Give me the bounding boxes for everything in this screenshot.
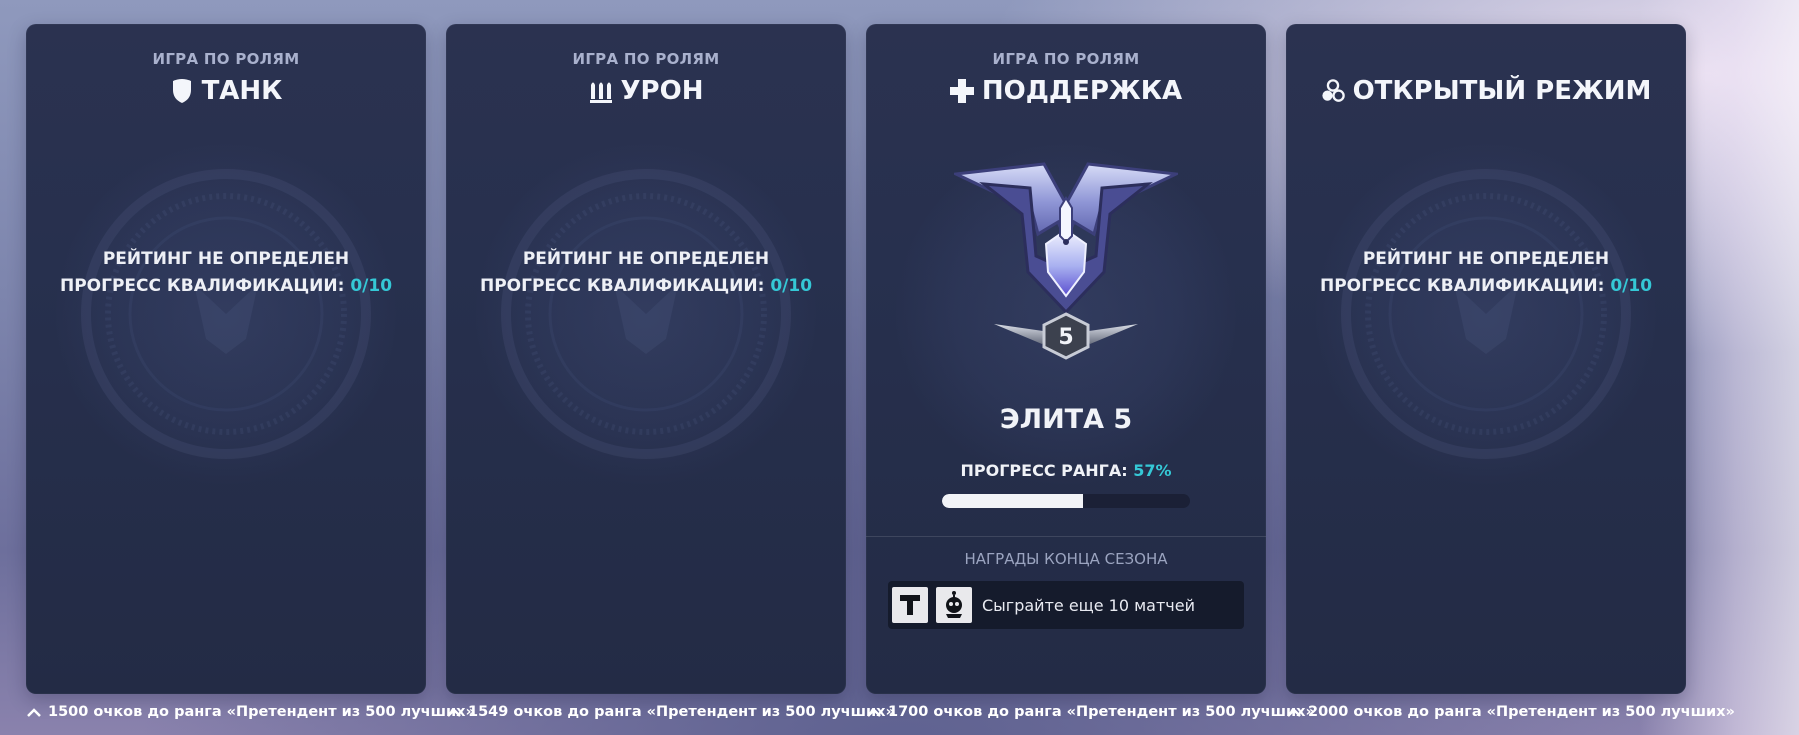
section-divider [866,536,1266,537]
qualification-status: РЕЙТИНГ НЕ ОПРЕДЕЛЕН ПРОГРЕСС КВАЛИФИКАЦ… [446,246,846,300]
qualification-status: РЕЙТИНГ НЕ ОПРЕДЕЛЕН ПРОГРЕСС КВАЛИФИКАЦ… [26,246,426,300]
points-to-top500-tank: 1500 очков до ранга «Претендент из 500 л… [26,701,475,723]
rank-progress-label: ПРОГРЕСС РАНГА: [960,461,1128,480]
title-t-icon[interactable] [892,587,928,623]
role-title: ПОДДЕРЖКА [866,76,1266,106]
season-rewards-label: НАГРАДЫ КОНЦА СЕЗОНА [964,550,1168,568]
unranked-label: РЕЙТИНГ НЕ ОПРЕДЕЛЕН [522,249,770,269]
points-to-top500-text: 1549 очков до ранга «Претендент из 500 л… [468,704,895,720]
chevron-up-icon [447,708,461,717]
qualification-value: 0/10 [350,276,393,296]
chevron-up-icon [867,708,881,717]
mode-label: ИГРА ПО РОЛЯМ [992,50,1140,68]
role-card-tank[interactable]: ИГРА ПО РОЛЯМ ТАНК РЕЙТИНГ НЕ ОПРЕДЕЛЕН … [26,24,426,694]
mode-label: ИГРА ПО РОЛЯМ [572,50,720,68]
role-card-open-queue[interactable]: ОТКРЫТЫЙ РЕЖИМ РЕЙТИНГ НЕ ОПРЕДЕЛЕН ПРОГ… [1286,24,1686,694]
role-title-text: ПОДДЕРЖКА [981,76,1183,106]
support-cross-icon [949,78,974,104]
unranked-label: РЕЙТИНГ НЕ ОПРЕДЕЛЕН [1362,249,1610,269]
points-to-top500-text: 2000 очков до ранга «Претендент из 500 л… [1308,704,1735,720]
chevron-up-icon [1287,708,1301,717]
qualification-value: 0/10 [770,276,813,296]
role-title-text: ОТКРЫТЫЙ РЕЖИМ [1352,76,1652,106]
qualification-status: РЕЙТИНГ НЕ ОПРЕДЕЛЕН ПРОГРЕСС КВАЛИФИКАЦ… [1286,246,1686,300]
reward-requirement-text: Сыграйте еще 10 матчей [982,595,1195,615]
points-to-top500-text: 1500 очков до ранга «Претендент из 500 л… [48,704,475,720]
points-to-top500-damage: 1549 очков до ранга «Претендент из 500 л… [446,701,895,723]
role-title-text: УРОН [620,76,704,106]
player-icon-skull-icon[interactable] [936,587,972,623]
role-title: УРОН [446,76,846,106]
rank-progress-value: 57% [1133,461,1172,480]
rank-progress-fill [942,494,1084,508]
emblem-ring-icon [1341,169,1631,459]
points-to-top500-support: 1700 очков до ранга «Претендент из 500 л… [866,701,1315,723]
qualification-label: ПРОГРЕСС КВАЛИФИКАЦИИ: [59,276,345,296]
points-to-top500-text: 1700 очков до ранга «Претендент из 500 л… [888,704,1315,720]
mode-label: ИГРА ПО РОЛЯМ [152,50,300,68]
qualification-progress: ПРОГРЕСС КВАЛИФИКАЦИИ: 0/10 [1286,273,1686,300]
rank-name: ЭЛИТА 5 [999,404,1133,435]
elite-rank-badge-icon: 5 [954,162,1178,360]
qualification-value: 0/10 [1610,276,1653,296]
emblem-ring-icon [501,169,791,459]
role-title: ОТКРЫТЫЙ РЕЖИМ [1286,76,1686,106]
rank-progress-bar [942,494,1190,508]
chevron-up-icon [27,708,41,717]
qualification-progress: ПРОГРЕСС КВАЛИФИКАЦИИ: 0/10 [26,273,426,300]
unranked-label: РЕЙТИНГ НЕ ОПРЕДЕЛЕН [102,249,350,269]
qualification-label: ПРОГРЕСС КВАЛИФИКАЦИИ: [479,276,765,296]
rank-tier-number: 5 [1058,325,1073,350]
points-to-top500-open: 2000 очков до ранга «Претендент из 500 л… [1286,701,1735,723]
rank-progress: ПРОГРЕСС РАНГА: 57% [866,461,1266,480]
qualification-progress: ПРОГРЕСС КВАЛИФИКАЦИИ: 0/10 [446,273,846,300]
open-queue-icon [1321,78,1345,104]
tank-shield-icon [170,78,194,104]
role-card-support[interactable]: ИГРА ПО РОЛЯМ ПОДДЕРЖКА 5 ЭЛИТА 5 ПРОГРЕ… [866,24,1266,694]
qualification-label: ПРОГРЕСС КВАЛИФИКАЦИИ: [1319,276,1605,296]
season-reward-row[interactable]: Сыграйте еще 10 матчей [888,581,1244,629]
damage-bullets-icon [589,78,613,104]
role-title-text: ТАНК [201,76,283,106]
role-card-damage[interactable]: ИГРА ПО РОЛЯМ УРОН РЕЙТИНГ НЕ ОПРЕДЕЛЕН … [446,24,846,694]
role-title: ТАНК [26,76,426,106]
emblem-ring-icon [81,169,371,459]
